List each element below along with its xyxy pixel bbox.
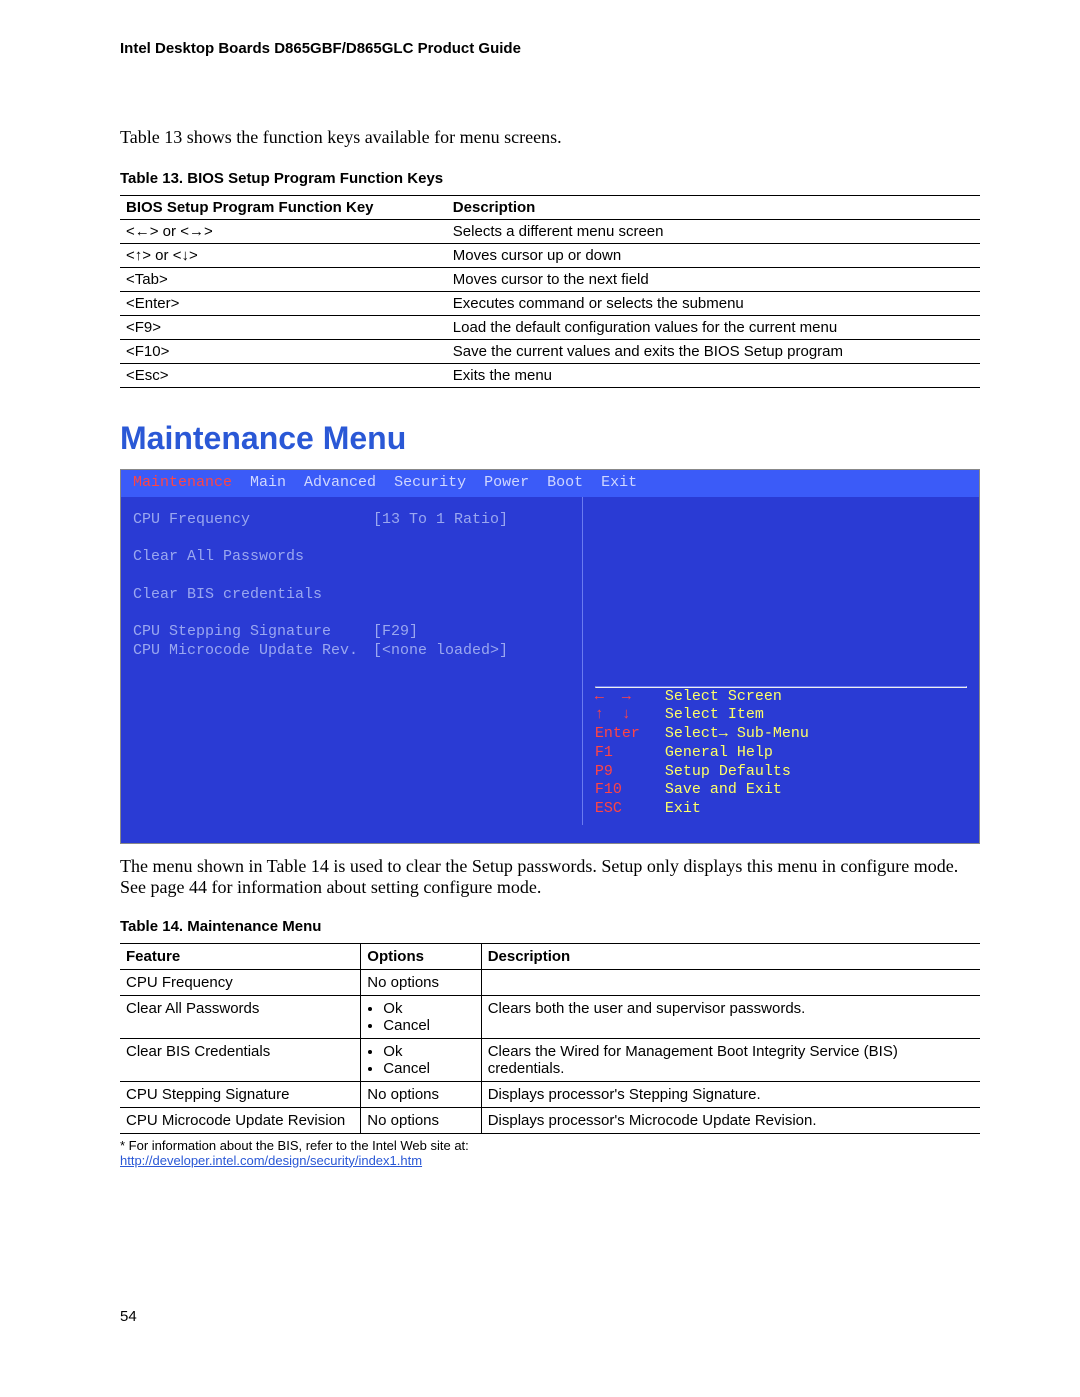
paragraph-after-bios: The menu shown in Table 14 is used to cl… — [120, 856, 980, 898]
table-row: Clear BIS CredentialsOkCancelClears the … — [120, 1038, 980, 1081]
bios-help-row: ← →Select Screen — [595, 688, 809, 707]
table13-col2: Description — [447, 196, 980, 220]
table-row: <Enter>Executes command or selects the s… — [120, 292, 980, 316]
bios-left-panel: CPU Frequency[13 To 1 Ratio] Clear All Pa… — [121, 497, 582, 825]
intro-text: Table 13 shows the function keys availab… — [120, 127, 980, 148]
footnote-text: * For information about the BIS, refer t… — [120, 1138, 469, 1153]
bios-item: CPU Microcode Update Rev.[<none loaded>] — [133, 642, 570, 661]
table-row: <Tab>Moves cursor to the next field — [120, 268, 980, 292]
bios-menu-boot: Boot — [547, 474, 583, 493]
table13-col1: BIOS Setup Program Function Key — [120, 196, 447, 220]
table-row: <F9>Load the default configuration value… — [120, 316, 980, 340]
footnote-link[interactable]: http://developer.intel.com/design/securi… — [120, 1153, 422, 1168]
table-row: Clear All PasswordsOkCancelClears both t… — [120, 995, 980, 1038]
table-row: <Esc>Exits the menu — [120, 364, 980, 388]
bios-item: Clear All Passwords — [133, 548, 570, 567]
bios-menu-main: Main — [250, 474, 286, 493]
bios-item: Clear BIS credentials — [133, 586, 570, 605]
bios-help-row: ↑ ↓Select Item — [595, 706, 809, 725]
section-title: Maintenance Menu — [120, 420, 980, 457]
bios-help-row: P9Setup Defaults — [595, 763, 809, 782]
table-row: <↑> or <↓>Moves cursor up or down — [120, 244, 980, 268]
table14-col3: Description — [481, 943, 980, 969]
bios-item: CPU Stepping Signature[F29] — [133, 623, 570, 642]
bios-screenshot: Maintenance Main Advanced Security Power Boot… — [120, 469, 980, 844]
bios-help-row: F10Save and Exit — [595, 781, 809, 800]
table13-caption: Table 13. BIOS Setup Program Function Ke… — [120, 170, 980, 187]
bios-menubar: Maintenance Main Advanced Security Power Boot… — [121, 470, 979, 497]
bios-item — [133, 530, 570, 549]
bios-help-row: F1General Help — [595, 744, 809, 763]
bios-menu-maintenance: Maintenance — [133, 474, 232, 493]
footnote: * For information about the BIS, refer t… — [120, 1138, 980, 1168]
bios-item — [133, 605, 570, 624]
bios-menu-security: Security — [394, 474, 466, 493]
table14: Feature Options Description CPU Frequenc… — [120, 943, 980, 1134]
table14-col2: Options — [361, 943, 481, 969]
table-row: <F10>Save the current values and exits t… — [120, 340, 980, 364]
table-row: <←> or <→>Selects a different menu scree… — [120, 220, 980, 244]
bios-item: CPU Frequency[13 To 1 Ratio] — [133, 511, 570, 530]
table-row: CPU Stepping SignatureNo optionsDisplays… — [120, 1081, 980, 1107]
bios-menu-advanced: Advanced — [304, 474, 376, 493]
table14-caption: Table 14. Maintenance Menu — [120, 918, 980, 935]
bios-menu-power: Power — [484, 474, 529, 493]
bios-help-row: ESCExit — [595, 800, 809, 819]
page-number: 54 — [120, 1308, 980, 1325]
table-row: CPU Microcode Update RevisionNo optionsD… — [120, 1107, 980, 1133]
page-header: Intel Desktop Boards D865GBF/D865GLC Pro… — [120, 40, 980, 57]
table13: BIOS Setup Program Function Key Descript… — [120, 195, 980, 388]
bios-right-panel: ← →Select Screen↑ ↓Select ItemEnterSelec… — [582, 497, 979, 825]
bios-menu-exit: Exit — [601, 474, 637, 493]
table-row: CPU FrequencyNo options — [120, 969, 980, 995]
table14-col1: Feature — [120, 943, 361, 969]
bios-item — [133, 567, 570, 586]
bios-help-row: EnterSelect→ Sub-Menu — [595, 725, 809, 744]
